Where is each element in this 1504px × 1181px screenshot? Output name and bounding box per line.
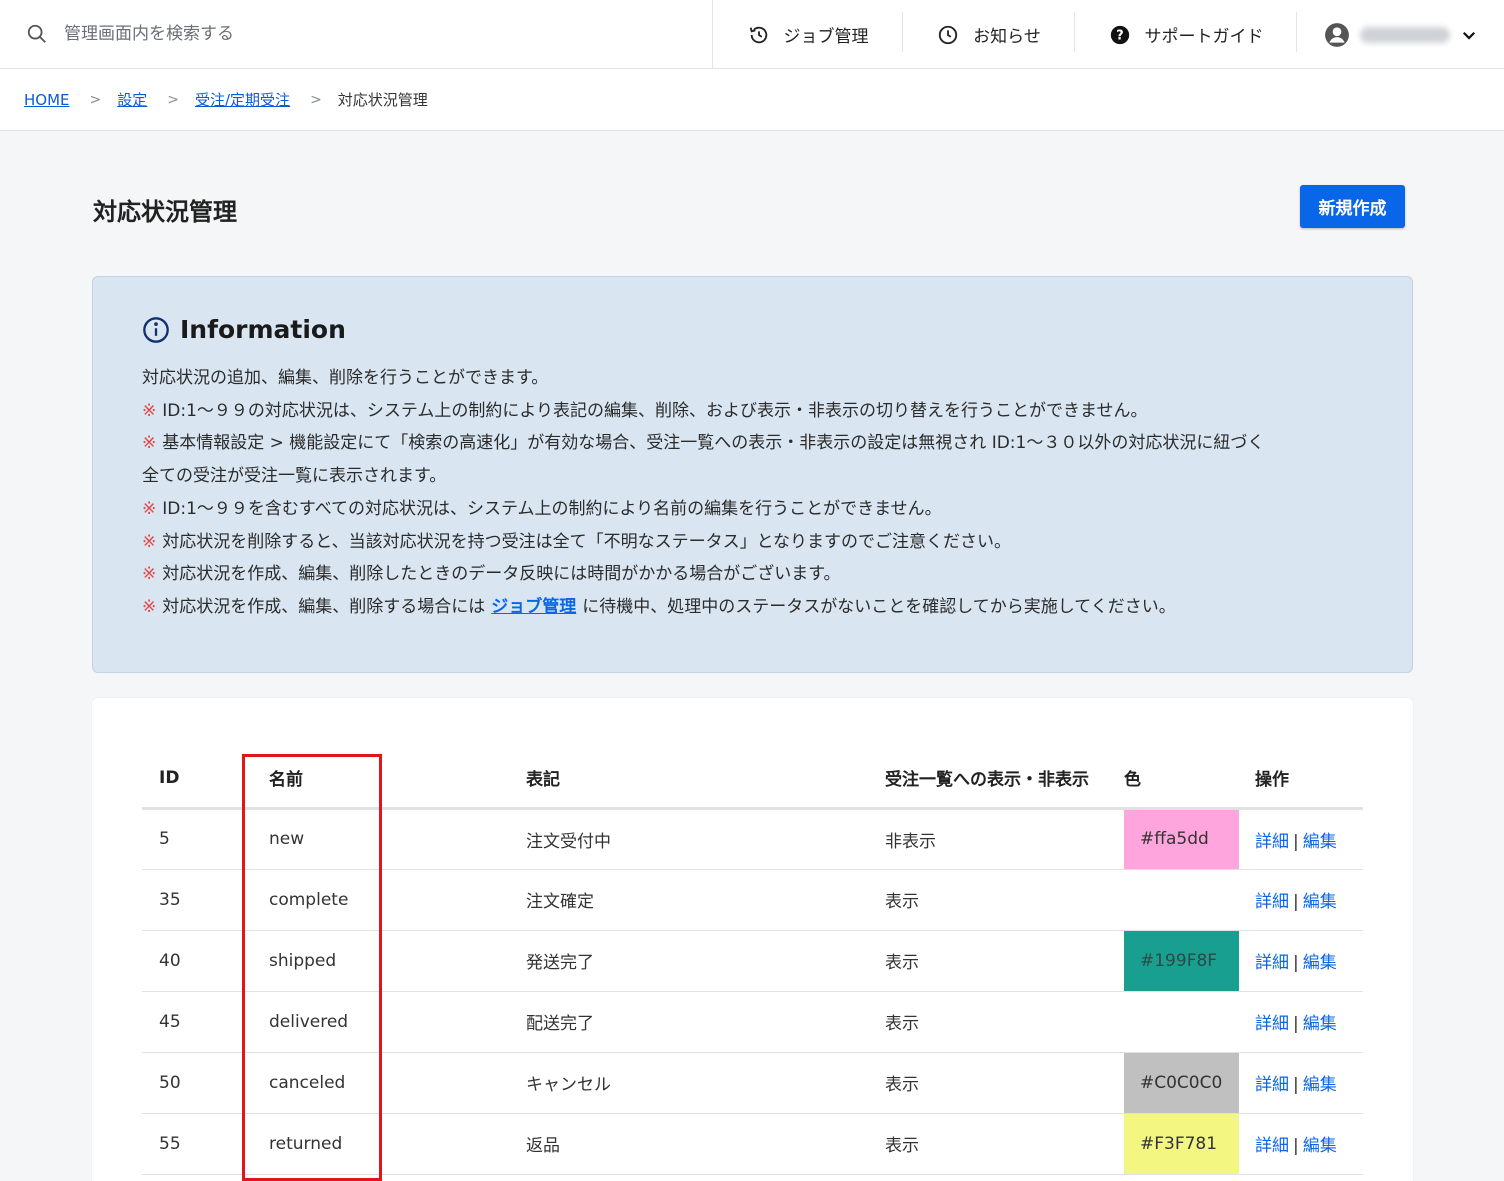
search-input[interactable]: [64, 24, 664, 44]
ops-separator: |: [1293, 831, 1299, 852]
info-icon: [143, 316, 169, 343]
cell-color: #C0C0C0: [1124, 1052, 1239, 1114]
cell-color: #ffa5dd: [1124, 808, 1239, 870]
ops-separator: |: [1293, 1136, 1299, 1156]
info-note: ※ 対応状況を作成、編集、削除したときのデータ反映には時間がかかる場合がございます…: [142, 564, 841, 585]
cell-ops: 詳細 | 編集: [1239, 1113, 1363, 1175]
ops-separator: |: [1293, 1075, 1299, 1095]
cell-visibility: 非表示: [885, 808, 1124, 870]
breadcrumb-separator: >: [89, 91, 102, 108]
header-color: 色: [1124, 749, 1239, 810]
cell-visibility: 表示: [885, 1113, 1124, 1175]
help-icon: ?: [1110, 25, 1129, 44]
ops-separator: |: [1293, 892, 1299, 912]
cell-label: 注文確定: [526, 869, 885, 931]
info-note-continued: 全ての受注が受注一覧に表示されます。: [142, 466, 447, 487]
user-name-redacted: [1359, 26, 1450, 43]
info-note: ※ ID:1～９９を含むすべての対応状況は、システム上の制約により名前の編集を行う…: [142, 498, 942, 519]
clock-icon: [938, 25, 958, 44]
cell-ops: 詳細 | 編集: [1239, 808, 1363, 870]
breadcrumb-separator: >: [167, 91, 179, 108]
history-icon: [749, 26, 767, 43]
detail-link[interactable]: 詳細: [1255, 1075, 1289, 1095]
cell-color: [1124, 991, 1239, 1053]
top-header: ジョブ管理 お知らせ ? サポートガイド: [0, 0, 1504, 69]
breadcrumb-current: 対応状況管理: [337, 91, 428, 109]
nav-job-label: ジョブ管理: [783, 27, 869, 47]
chevron-down-icon[interactable]: [1460, 26, 1478, 44]
nav-news[interactable]: お知らせ: [903, 0, 1075, 69]
cell-ops: 詳細 | 編集: [1239, 930, 1363, 992]
detail-link[interactable]: 詳細: [1255, 1014, 1289, 1034]
information-panel: Information 対応状況の追加、編集、削除を行うことができます。 ※ ID…: [92, 276, 1413, 673]
info-note: ※ 対応状況を削除すると、当該対応状況を持つ受注は全て「不明なステータス」となりま…: [142, 531, 1012, 552]
cell-ops: 詳細 | 編集: [1239, 1052, 1363, 1114]
edit-link[interactable]: 編集: [1303, 1014, 1337, 1034]
header-visibility: 受注一覧への表示・非表示: [885, 749, 1124, 810]
search-bar: [0, 0, 713, 68]
nav-support-guide[interactable]: ? サポートガイド: [1075, 0, 1297, 69]
new-create-button[interactable]: 新規作成: [1300, 185, 1405, 228]
detail-link[interactable]: 詳細: [1255, 892, 1289, 912]
information-title: Information: [180, 315, 346, 344]
user-avatar-icon: [1324, 22, 1349, 47]
cell-label: 注文受付中: [526, 808, 885, 870]
detail-link[interactable]: 詳細: [1255, 953, 1289, 973]
page-title: 対応状況管理: [93, 198, 237, 226]
breadcrumb-home[interactable]: HOME: [24, 91, 70, 109]
nav-job-management[interactable]: ジョブ管理: [713, 0, 903, 69]
cell-ops: 詳細 | 編集: [1239, 869, 1363, 931]
cell-visibility: 表示: [885, 930, 1124, 992]
cell-label: 返品: [526, 1113, 885, 1175]
cell-visibility: 表示: [885, 991, 1124, 1053]
cell-visibility: 表示: [885, 1052, 1124, 1114]
information-text: 対応状況の追加、編集、削除を行うことができます。 ※ ID:1～９９の対応状況は、…: [142, 362, 1363, 624]
detail-link[interactable]: 詳細: [1255, 832, 1289, 852]
user-menu[interactable]: [1297, 0, 1504, 69]
cell-ops: 詳細 | 編集: [1239, 991, 1363, 1053]
breadcrumb: HOME > 設定 > 受注/定期受注 > 対応状況管理: [0, 69, 1504, 131]
ops-separator: |: [1293, 1014, 1299, 1034]
cell-color: #F3F781: [1124, 1113, 1239, 1175]
detail-link[interactable]: 詳細: [1255, 1136, 1289, 1156]
job-management-link[interactable]: ジョブ管理: [491, 597, 576, 617]
breadcrumb-separator: >: [310, 91, 322, 108]
edit-link[interactable]: 編集: [1303, 1136, 1337, 1156]
header-label: 表記: [526, 749, 885, 810]
svg-text:?: ?: [1116, 28, 1123, 43]
cell-label: 配送完了: [526, 991, 885, 1053]
header-ops: 操作: [1239, 749, 1363, 810]
ops-separator: |: [1293, 953, 1299, 973]
cell-visibility: 表示: [885, 869, 1124, 931]
search-icon: [27, 24, 46, 43]
name-column-highlight: [242, 754, 382, 1181]
nav-guide-label: サポートガイド: [1144, 27, 1264, 47]
info-note: ※ 対応状況を作成、編集、削除する場合には ジョブ管理 に待機中、処理中のステータスが…: [142, 596, 1176, 617]
info-intro: 対応状況の追加、編集、削除を行うことができます。: [142, 368, 549, 388]
breadcrumb-orders[interactable]: 受注/定期受注: [195, 89, 290, 110]
information-heading: Information: [142, 315, 1363, 344]
nav-news-label: お知らせ: [973, 27, 1041, 47]
cell-label: キャンセル: [526, 1052, 885, 1114]
cell-color: #199F8F: [1124, 930, 1239, 992]
info-note: ※ ID:1～９９の対応状況は、システム上の制約により表記の編集、削除、および表示…: [142, 400, 1148, 421]
breadcrumb-settings[interactable]: 設定: [117, 89, 147, 110]
edit-link[interactable]: 編集: [1303, 832, 1337, 852]
cell-label: 発送完了: [526, 930, 885, 992]
cell-color: [1124, 869, 1239, 931]
edit-link[interactable]: 編集: [1303, 892, 1337, 912]
edit-link[interactable]: 編集: [1303, 953, 1337, 973]
edit-link[interactable]: 編集: [1303, 1075, 1337, 1095]
info-note: ※ 基本情報設定 > 機能設定にて「検索の高速化」が有効な場合、受注一覧への表示・…: [142, 433, 1265, 454]
